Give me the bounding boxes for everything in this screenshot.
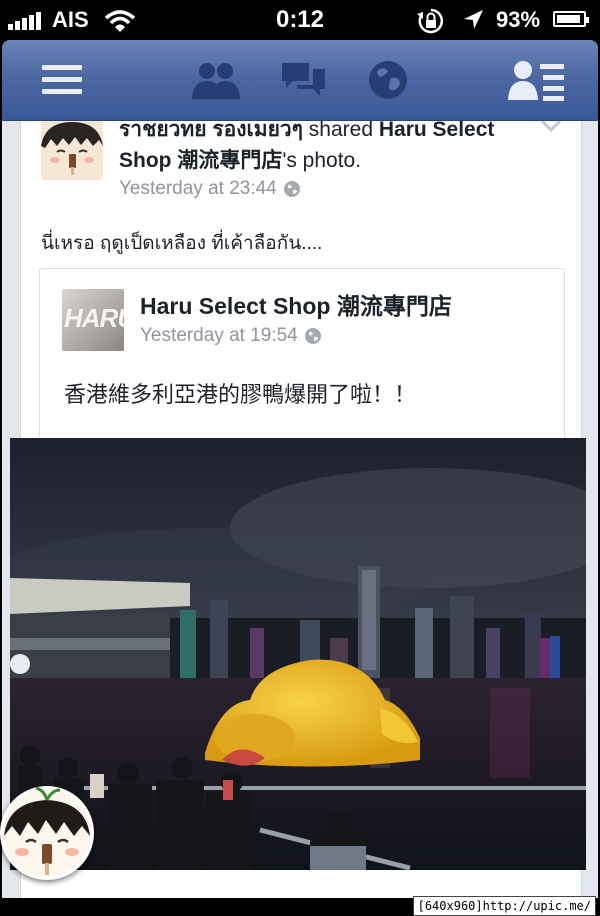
shared-timestamp[interactable]: Yesterday at 19:54 [140, 325, 298, 347]
page-thumbnail[interactable]: HARU [62, 289, 124, 351]
battery-percent: 93% [496, 7, 541, 32]
messages-button[interactable] [276, 54, 330, 106]
chat-head-avatar [3, 786, 91, 877]
menu-button[interactable] [36, 54, 88, 106]
public-globe-icon [304, 328, 321, 344]
author-avatar[interactable] [41, 121, 103, 180]
battery-icon [553, 11, 589, 27]
messages-icon [282, 63, 325, 96]
author-name[interactable]: ราชยวทย รองเมยวๆ [119, 121, 303, 141]
shared-page-name[interactable]: Haru Select Shop 潮流專門店 [140, 287, 452, 321]
friend-requests-button[interactable] [188, 54, 244, 106]
post-photo[interactable] [10, 438, 586, 870]
possessive-text: 's photo. [282, 149, 362, 172]
friends-list-button[interactable] [504, 54, 568, 106]
post-timestamp[interactable]: Yesterday at 23:44 [119, 178, 277, 200]
image-watermark: [640x960]http://upic.me/ [412, 896, 596, 916]
status-bar: AIS 0:12 93% [0, 0, 600, 40]
chat-head[interactable] [0, 786, 94, 880]
notifications-globe-icon [369, 61, 407, 99]
rotation-lock-icon [417, 8, 444, 34]
menu-icon [42, 65, 82, 94]
post-timestamp-row: Yesterday at 23:44 [119, 178, 301, 200]
chevron-down-icon[interactable] [539, 121, 563, 134]
shared-timestamp-row: Yesterday at 19:54 [140, 325, 322, 347]
shared-caption: 香港維多利亞港的膠鴨爆開了啦！！ [64, 382, 417, 407]
shared-verb: shared [302, 121, 379, 141]
cartoon-face-icon [41, 121, 103, 180]
post-message: นี่เหรอ ฤดูเป็ดเหลือง ที่เค้าลือกัน.... [41, 233, 323, 254]
friends-list-icon [508, 61, 564, 101]
top-navbar [2, 40, 598, 121]
rubber-duck-photo [10, 438, 586, 870]
friend-requests-icon [192, 63, 240, 99]
public-globe-icon [283, 181, 300, 197]
notifications-button[interactable] [362, 54, 414, 106]
page-thumbnail-logo: HARU [64, 303, 124, 333]
battery-fill [557, 15, 580, 23]
location-arrow-icon [464, 10, 483, 29]
post-headline: ราชยวทย รองเมยวๆ shared Haru Select Shop… [119, 121, 539, 176]
